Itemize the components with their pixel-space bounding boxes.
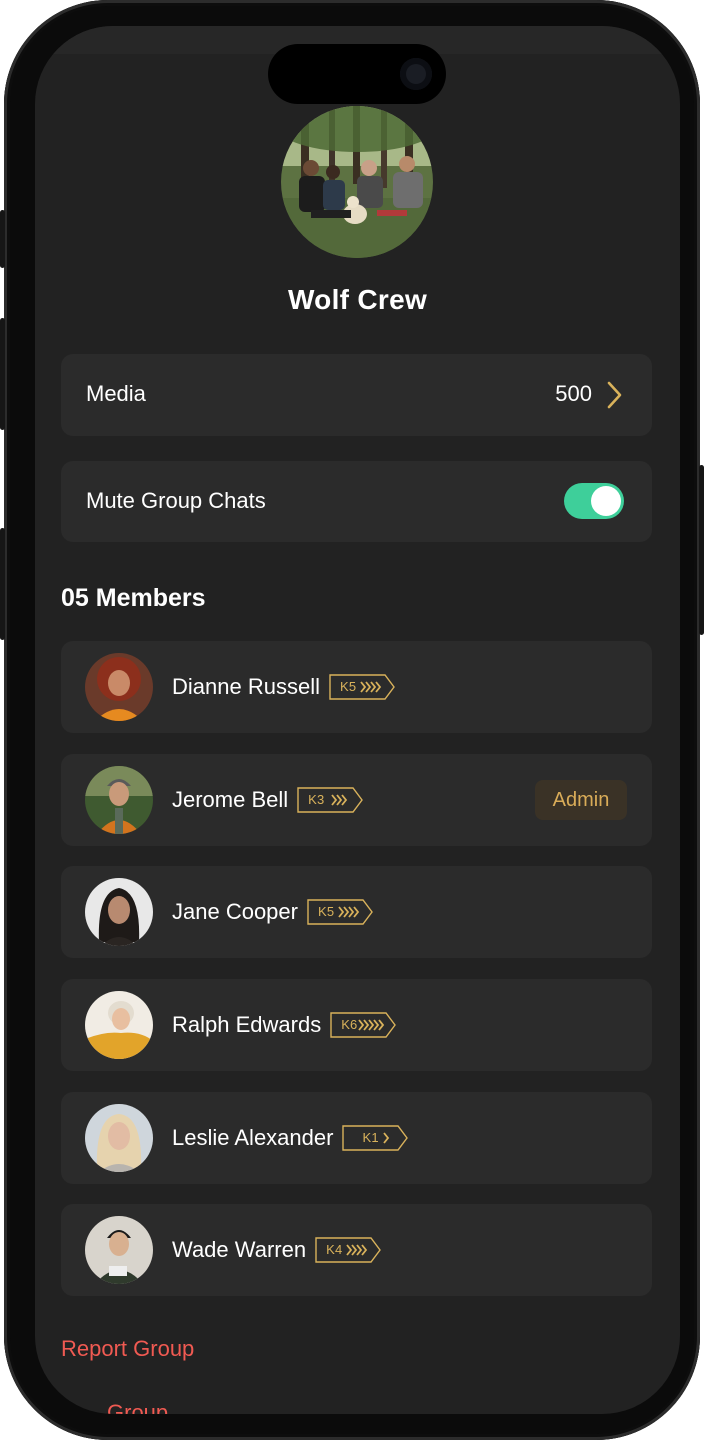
level-label: K5: [317, 904, 335, 919]
member-name: Ralph Edwards: [172, 1012, 322, 1037]
power-button: [699, 465, 704, 635]
member-row-6[interactable]: Wade Warren K4: [61, 1204, 652, 1296]
avatar: [85, 991, 153, 1059]
level-badge: K6: [330, 1012, 397, 1038]
mute-row: Mute Group Chats: [61, 461, 652, 542]
member-row-4[interactable]: Ralph Edwards K6: [61, 979, 652, 1071]
level-badge: K5: [329, 674, 395, 700]
member-info: Leslie Alexander K1: [172, 1092, 409, 1184]
level-badge: K5: [307, 899, 373, 925]
level-label: K3: [308, 792, 325, 807]
dynamic-island: [268, 44, 446, 104]
member-info: Jerome Bell K3: [172, 754, 364, 846]
phone-frame: Wolf Crew Media 500 Mute Group Chats 05 …: [0, 0, 704, 1440]
avatar: [85, 1216, 153, 1284]
member-name: Dianne Russell: [172, 674, 320, 699]
admin-badge: Admin: [535, 780, 627, 820]
member-row-5[interactable]: Leslie Alexander K1: [61, 1092, 652, 1184]
group-photo[interactable]: [281, 106, 433, 258]
avatar: [85, 1104, 153, 1172]
level-badge: K1: [342, 1125, 409, 1151]
level-label: K1: [362, 1130, 379, 1145]
chevron-right-icon: [607, 381, 622, 409]
volume-down-button: [0, 528, 5, 640]
action-button: [0, 210, 5, 268]
member-row-1[interactable]: Dianne Russell K5: [61, 641, 652, 733]
member-name: Jane Cooper: [172, 899, 298, 924]
mute-label: Mute Group Chats: [86, 488, 266, 513]
level-badge: K4: [315, 1237, 381, 1263]
avatar: [85, 766, 153, 834]
media-count: 500: [555, 381, 592, 406]
member-name: Leslie Alexander: [172, 1125, 334, 1150]
media-row[interactable]: Media 500: [61, 354, 652, 436]
members-heading: 05 Members: [61, 584, 206, 612]
member-info: Wade Warren K4: [172, 1204, 381, 1296]
volume-up-button: [0, 318, 5, 430]
level-label: K6: [341, 1017, 358, 1032]
media-label: Media: [86, 381, 146, 406]
member-info: Dianne Russell K5: [172, 641, 395, 733]
group-photo-image: [281, 106, 433, 258]
member-row-2[interactable]: Jerome Bell K3 Admin: [61, 754, 652, 846]
level-label: K5: [339, 679, 357, 694]
mute-toggle[interactable]: [564, 483, 624, 519]
level-label: K4: [326, 1242, 343, 1257]
avatar: [85, 653, 153, 721]
app-screen: Wolf Crew Media 500 Mute Group Chats 05 …: [35, 26, 680, 1414]
member-info: Ralph Edwards K6: [172, 979, 397, 1071]
member-name: Jerome Bell: [172, 787, 289, 812]
member-info: Jane Cooper K5: [172, 866, 373, 958]
level-badge: K3: [297, 787, 364, 813]
member-row-3[interactable]: Jane Cooper K5: [61, 866, 652, 958]
toggle-knob: [591, 486, 621, 516]
group-name: Wolf Crew: [287, 284, 428, 315]
leave-group-button[interactable]: Group: [107, 1400, 168, 1414]
member-name: Wade Warren: [172, 1237, 307, 1262]
camera-icon: [400, 58, 432, 90]
avatar: [85, 878, 153, 946]
report-group-button[interactable]: Report Group: [61, 1336, 194, 1362]
